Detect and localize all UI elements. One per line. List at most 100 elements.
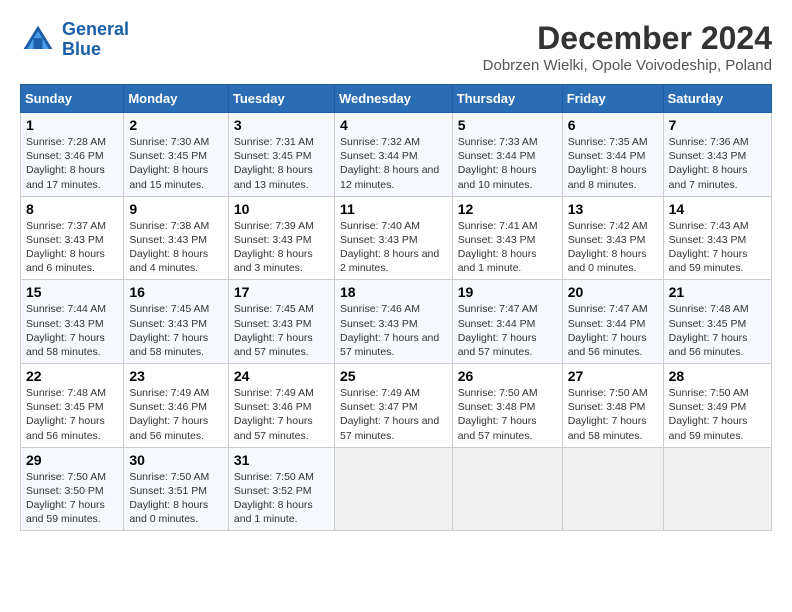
calendar-cell: 4 Sunrise: 7:32 AMSunset: 3:44 PMDaylight… — [334, 113, 452, 197]
calendar-body: 1 Sunrise: 7:28 AMSunset: 3:46 PMDaylight… — [21, 113, 772, 531]
day-number: 21 — [669, 284, 766, 300]
cell-details: Sunrise: 7:47 AMSunset: 3:44 PMDaylight:… — [458, 303, 538, 358]
day-number: 24 — [234, 368, 329, 384]
calendar-cell: 14Sunrise: 7:43 AMSunset: 3:43 PMDayligh… — [663, 196, 771, 280]
cell-details: Sunrise: 7:30 AMSunset: 3:45 PMDaylight:… — [129, 136, 209, 191]
cell-details: Sunrise: 7:39 AMSunset: 3:43 PMDaylight:… — [234, 220, 314, 275]
calendar-cell: 16 Sunrise: 7:45 AMSunset: 3:43 PMDayligh… — [124, 280, 229, 364]
calendar-header: SundayMondayTuesdayWednesdayThursdayFrid… — [21, 85, 772, 113]
logo-icon — [20, 22, 56, 58]
logo-line1: General — [62, 19, 129, 39]
calendar-cell: 23Sunrise: 7:49 AMSunset: 3:46 PMDayligh… — [124, 364, 229, 448]
day-number: 9 — [129, 201, 223, 217]
calendar-cell: 15Sunrise: 7:44 AMSunset: 3:43 PMDayligh… — [21, 280, 124, 364]
day-number: 1 — [26, 117, 118, 133]
weekday-header: Thursday — [452, 85, 562, 113]
cell-details: Sunrise: 7:45 AMSunset: 3:43 PMDaylight:… — [234, 303, 314, 358]
weekday-header: Tuesday — [228, 85, 334, 113]
cell-details: Sunrise: 7:50 AMSunset: 3:52 PMDaylight:… — [234, 471, 314, 526]
cell-details: Sunrise: 7:36 AMSunset: 3:43 PMDaylight:… — [669, 136, 749, 191]
calendar-cell: 9 Sunrise: 7:38 AMSunset: 3:43 PMDaylight… — [124, 196, 229, 280]
day-number: 17 — [234, 284, 329, 300]
day-number: 18 — [340, 284, 447, 300]
cell-details: Sunrise: 7:40 AMSunset: 3:43 PMDaylight:… — [340, 220, 439, 275]
cell-details: Sunrise: 7:32 AMSunset: 3:44 PMDaylight:… — [340, 136, 439, 191]
calendar-cell: 7Sunrise: 7:36 AMSunset: 3:43 PMDaylight… — [663, 113, 771, 197]
day-number: 25 — [340, 368, 447, 384]
weekday-header: Wednesday — [334, 85, 452, 113]
day-number: 29 — [26, 452, 118, 468]
subtitle: Dobrzen Wielki, Opole Voivodeship, Polan… — [483, 57, 772, 74]
cell-details: Sunrise: 7:43 AMSunset: 3:43 PMDaylight:… — [669, 220, 749, 275]
cell-details: Sunrise: 7:46 AMSunset: 3:43 PMDaylight:… — [340, 303, 439, 358]
calendar-week-row: 8Sunrise: 7:37 AMSunset: 3:43 PMDaylight… — [21, 196, 772, 280]
day-number: 3 — [234, 117, 329, 133]
calendar-cell: 11 Sunrise: 7:40 AMSunset: 3:43 PMDayligh… — [334, 196, 452, 280]
day-number: 26 — [458, 368, 557, 384]
calendar-week-row: 1 Sunrise: 7:28 AMSunset: 3:46 PMDaylight… — [21, 113, 772, 197]
calendar-cell: 1 Sunrise: 7:28 AMSunset: 3:46 PMDaylight… — [21, 113, 124, 197]
calendar-cell: 24 Sunrise: 7:49 AMSunset: 3:46 PMDayligh… — [228, 364, 334, 448]
calendar-cell: 29Sunrise: 7:50 AMSunset: 3:50 PMDayligh… — [21, 447, 124, 531]
calendar-cell: 6Sunrise: 7:35 AMSunset: 3:44 PMDaylight… — [562, 113, 663, 197]
calendar-week-row: 22 Sunrise: 7:48 AMSunset: 3:45 PMDayligh… — [21, 364, 772, 448]
logo: General Blue — [20, 20, 129, 60]
calendar-week-row: 15Sunrise: 7:44 AMSunset: 3:43 PMDayligh… — [21, 280, 772, 364]
calendar-cell: 13 Sunrise: 7:42 AMSunset: 3:43 PMDayligh… — [562, 196, 663, 280]
day-number: 31 — [234, 452, 329, 468]
logo-line2: Blue — [62, 39, 101, 59]
cell-details: Sunrise: 7:31 AMSunset: 3:45 PMDaylight:… — [234, 136, 314, 191]
title-section: December 2024 Dobrzen Wielki, Opole Voiv… — [483, 20, 772, 74]
cell-details: Sunrise: 7:38 AMSunset: 3:43 PMDaylight:… — [129, 220, 209, 275]
calendar-cell: 17 Sunrise: 7:45 AMSunset: 3:43 PMDayligh… — [228, 280, 334, 364]
calendar-cell: 8Sunrise: 7:37 AMSunset: 3:43 PMDaylight… — [21, 196, 124, 280]
calendar-cell: 21Sunrise: 7:48 AMSunset: 3:45 PMDayligh… — [663, 280, 771, 364]
main-title: December 2024 — [483, 20, 772, 57]
calendar-cell — [452, 447, 562, 531]
cell-details: Sunrise: 7:41 AMSunset: 3:43 PMDaylight:… — [458, 220, 538, 275]
calendar-table: SundayMondayTuesdayWednesdayThursdayFrid… — [20, 84, 772, 531]
calendar-cell: 5Sunrise: 7:33 AMSunset: 3:44 PMDaylight… — [452, 113, 562, 197]
weekday-header: Sunday — [21, 85, 124, 113]
calendar-cell: 20Sunrise: 7:47 AMSunset: 3:44 PMDayligh… — [562, 280, 663, 364]
calendar-cell: 30 Sunrise: 7:50 AMSunset: 3:51 PMDayligh… — [124, 447, 229, 531]
day-number: 11 — [340, 201, 447, 217]
day-number: 4 — [340, 117, 447, 133]
weekday-header: Friday — [562, 85, 663, 113]
cell-details: Sunrise: 7:49 AMSunset: 3:46 PMDaylight:… — [234, 387, 314, 442]
cell-details: Sunrise: 7:50 AMSunset: 3:51 PMDaylight:… — [129, 471, 209, 526]
day-number: 19 — [458, 284, 557, 300]
weekday-header: Saturday — [663, 85, 771, 113]
cell-details: Sunrise: 7:45 AMSunset: 3:43 PMDaylight:… — [129, 303, 209, 358]
cell-details: Sunrise: 7:50 AMSunset: 3:48 PMDaylight:… — [568, 387, 648, 442]
day-number: 20 — [568, 284, 658, 300]
day-number: 10 — [234, 201, 329, 217]
weekday-header: Monday — [124, 85, 229, 113]
cell-details: Sunrise: 7:44 AMSunset: 3:43 PMDaylight:… — [26, 303, 106, 358]
calendar-cell: 10 Sunrise: 7:39 AMSunset: 3:43 PMDayligh… — [228, 196, 334, 280]
calendar-cell — [663, 447, 771, 531]
calendar-cell: 28Sunrise: 7:50 AMSunset: 3:49 PMDayligh… — [663, 364, 771, 448]
day-number: 30 — [129, 452, 223, 468]
calendar-cell: 27Sunrise: 7:50 AMSunset: 3:48 PMDayligh… — [562, 364, 663, 448]
calendar-cell: 3 Sunrise: 7:31 AMSunset: 3:45 PMDaylight… — [228, 113, 334, 197]
calendar-cell: 25Sunrise: 7:49 AMSunset: 3:47 PMDayligh… — [334, 364, 452, 448]
cell-details: Sunrise: 7:50 AMSunset: 3:48 PMDaylight:… — [458, 387, 538, 442]
day-number: 12 — [458, 201, 557, 217]
cell-details: Sunrise: 7:48 AMSunset: 3:45 PMDaylight:… — [26, 387, 106, 442]
calendar-cell — [334, 447, 452, 531]
calendar-cell: 26 Sunrise: 7:50 AMSunset: 3:48 PMDayligh… — [452, 364, 562, 448]
day-number: 22 — [26, 368, 118, 384]
day-number: 5 — [458, 117, 557, 133]
cell-details: Sunrise: 7:28 AMSunset: 3:46 PMDaylight:… — [26, 136, 106, 191]
cell-details: Sunrise: 7:35 AMSunset: 3:44 PMDaylight:… — [568, 136, 648, 191]
cell-details: Sunrise: 7:42 AMSunset: 3:43 PMDaylight:… — [568, 220, 648, 275]
calendar-cell: 22 Sunrise: 7:48 AMSunset: 3:45 PMDayligh… — [21, 364, 124, 448]
calendar-cell: 18 Sunrise: 7:46 AMSunset: 3:43 PMDayligh… — [334, 280, 452, 364]
day-number: 16 — [129, 284, 223, 300]
cell-details: Sunrise: 7:50 AMSunset: 3:49 PMDaylight:… — [669, 387, 749, 442]
calendar-cell: 12 Sunrise: 7:41 AMSunset: 3:43 PMDayligh… — [452, 196, 562, 280]
day-number: 2 — [129, 117, 223, 133]
day-number: 13 — [568, 201, 658, 217]
cell-details: Sunrise: 7:49 AMSunset: 3:46 PMDaylight:… — [129, 387, 209, 442]
